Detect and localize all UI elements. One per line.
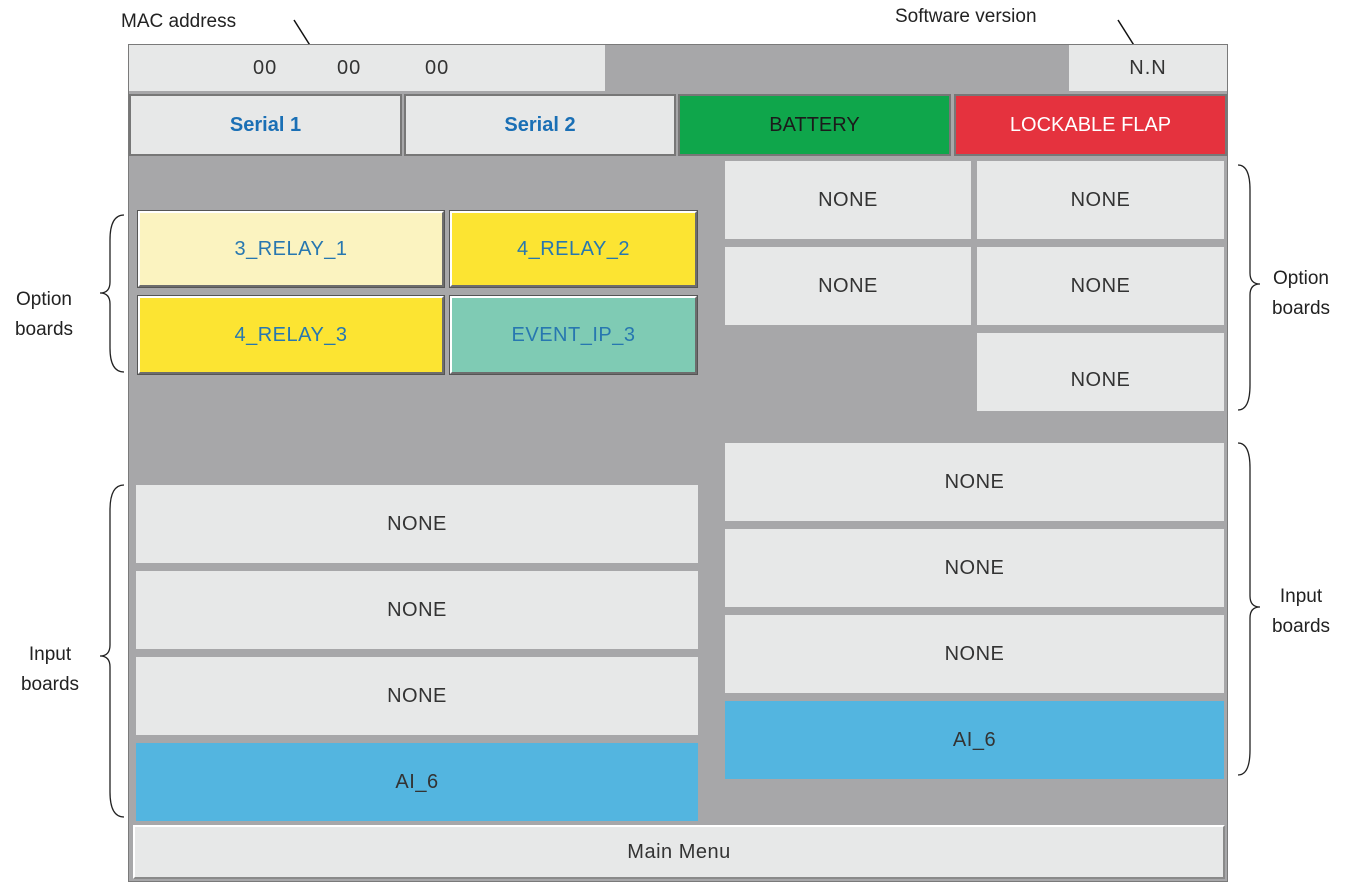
option-board-4-relay-2[interactable]: 4_RELAY_2	[450, 211, 697, 287]
input-slot-right-3[interactable]: NONE	[725, 615, 1224, 693]
option-slot-right-2[interactable]: NONE	[977, 161, 1224, 239]
input-board-right-ai-6[interactable]: AI_6	[725, 701, 1224, 779]
option-board-label: 3_RELAY_1	[234, 237, 348, 260]
option-slot-right-4[interactable]: NONE	[977, 247, 1224, 325]
option-slot-right-3[interactable]: NONE	[725, 247, 971, 325]
serial-1-button[interactable]: Serial 1	[129, 94, 402, 156]
option-board-3-relay-1[interactable]: 3_RELAY_1	[138, 211, 444, 287]
option-board-label: 4_RELAY_3	[234, 323, 348, 346]
main-menu-button[interactable]: Main Menu	[133, 825, 1225, 879]
device-screen: 00 00 00 N.N Serial 1 Serial 2 BATTERY L…	[128, 44, 1228, 882]
mac-address-bar: 00 00 00	[129, 45, 605, 91]
software-version: N.N	[1129, 56, 1167, 79]
software-version-bar: N.N	[1069, 45, 1227, 91]
serial-2-button[interactable]: Serial 2	[404, 94, 676, 156]
input-slot-left-3[interactable]: NONE	[136, 657, 698, 735]
input-slot-left-2[interactable]: NONE	[136, 571, 698, 649]
input-slot-left-1[interactable]: NONE	[136, 485, 698, 563]
mac-segment-1: 00	[253, 57, 278, 79]
input-boards-left-brace	[99, 484, 125, 818]
input-boards-right-label: Input boards	[1271, 586, 1331, 637]
input-slot-right-1[interactable]: NONE	[725, 443, 1224, 521]
option-boards-left-brace	[99, 214, 125, 373]
option-board-label: EVENT_IP_3	[511, 324, 636, 346]
input-slot-right-2[interactable]: NONE	[725, 529, 1224, 607]
option-boards-left-label: Option boards	[14, 289, 74, 340]
input-board-left-ai-6[interactable]: AI_6	[136, 743, 698, 821]
option-board-4-relay-3[interactable]: 4_RELAY_3	[138, 296, 444, 374]
option-board-label: 4_RELAY_2	[516, 237, 631, 260]
battery-button[interactable]: BATTERY	[678, 94, 951, 156]
option-board-event-ip-3[interactable]: EVENT_IP_3	[450, 296, 697, 374]
input-boards-left-label: Input boards	[20, 644, 80, 695]
mac-segment-3: 00	[425, 57, 450, 79]
option-slot-right-5[interactable]: NONE	[977, 333, 1224, 411]
lockable-flap-button[interactable]: LOCKABLE FLAP	[954, 94, 1227, 156]
option-slot-right-1[interactable]: NONE	[725, 161, 971, 239]
mac-segment-2: 00	[337, 57, 362, 79]
option-boards-right-label: Option boards	[1271, 268, 1331, 319]
